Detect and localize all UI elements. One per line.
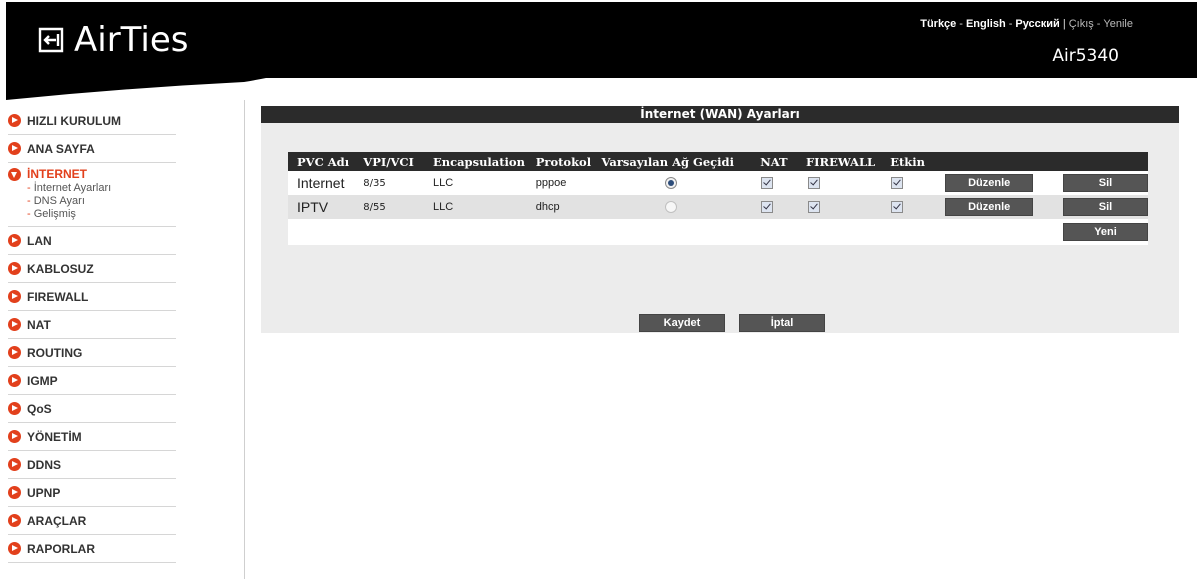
wan-table: PVC Adı VPI/VCI Encapsulation Protokol V… xyxy=(288,152,1148,245)
arrow-icon xyxy=(8,290,21,303)
col-nat: NAT xyxy=(751,152,797,171)
pvc-name: IPTV xyxy=(288,195,355,219)
nav-ddns[interactable]: DDNS xyxy=(8,451,176,479)
cancel-button[interactable]: İptal xyxy=(739,314,825,332)
col-vpi: VPI/VCI xyxy=(354,152,424,171)
subnav-dns-ayari[interactable]: - DNS Ayarı xyxy=(27,195,111,208)
enabled-checkbox[interactable] xyxy=(891,201,904,214)
lang-russian-link[interactable]: Русский xyxy=(1015,18,1059,30)
subnav-gelismis[interactable]: - Gelişmiş xyxy=(27,208,111,221)
lang-english-link[interactable]: English xyxy=(966,18,1006,30)
table-row: Yeni xyxy=(288,219,1148,245)
nav-hizli-kurulum[interactable]: HIZLI KURULUM xyxy=(8,107,176,135)
col-pvc: PVC Adı xyxy=(288,152,355,171)
delete-button[interactable]: Sil xyxy=(1063,198,1148,216)
form-actions: Kaydet İptal xyxy=(639,314,825,332)
col-default-gw: Varsayılan Ağ Geçidi xyxy=(592,152,752,171)
arrow-icon xyxy=(8,402,21,415)
arrow-icon xyxy=(8,374,21,387)
table-row: IPTV 8/55 LLC dhcp Düzenle Sil xyxy=(288,195,1148,219)
lang-turkce-link[interactable]: Türkçe xyxy=(920,18,956,30)
nav-lan[interactable]: LAN xyxy=(8,227,176,255)
protocol: pppoe xyxy=(526,171,593,195)
delete-button[interactable]: Sil xyxy=(1063,174,1148,192)
edit-button[interactable]: Düzenle xyxy=(945,174,1034,192)
nav-qos[interactable]: QoS xyxy=(8,395,176,423)
arrow-icon xyxy=(8,486,21,499)
col-protokol: Protokol xyxy=(526,152,593,171)
firewall-checkbox[interactable] xyxy=(808,177,820,190)
nav-raporlar[interactable]: RAPORLAR xyxy=(8,535,176,563)
model-name: Air5340 xyxy=(1052,46,1119,66)
logout-link[interactable]: Çıkış xyxy=(1069,18,1094,30)
encapsulation: LLC xyxy=(423,171,527,195)
default-gw-radio[interactable] xyxy=(664,177,677,190)
arrow-icon xyxy=(8,514,21,527)
vpi-vci: 8/55 xyxy=(354,195,424,219)
arrow-icon xyxy=(8,234,21,247)
nav-kablosuz[interactable]: KABLOSUZ xyxy=(8,255,176,283)
pvc-name: Internet xyxy=(288,171,355,195)
table-row: Internet 8/35 LLC pppoe Düzenle Sil xyxy=(288,171,1148,195)
col-etkin: Etkin xyxy=(881,152,941,171)
arrow-icon xyxy=(8,114,21,127)
nav-igmp[interactable]: IGMP xyxy=(8,367,176,395)
nav-nat[interactable]: NAT xyxy=(8,311,176,339)
edit-button[interactable]: Düzenle xyxy=(945,198,1034,216)
nav-ana-sayfa[interactable]: ANA SAYFA xyxy=(8,135,176,163)
default-gw-radio[interactable] xyxy=(664,201,677,214)
arrow-down-icon xyxy=(8,167,21,181)
encapsulation: LLC xyxy=(423,195,527,219)
arrow-icon xyxy=(8,318,21,331)
nat-checkbox[interactable] xyxy=(761,201,774,214)
save-button[interactable]: Kaydet xyxy=(639,314,725,332)
col-encap: Encapsulation xyxy=(423,152,527,171)
firewall-checkbox[interactable] xyxy=(808,201,820,214)
arrow-icon xyxy=(8,262,21,275)
top-header: AirTies Türkçe - English - Русский | Çıkış - Yen… xyxy=(6,2,1197,78)
nat-checkbox[interactable] xyxy=(761,177,774,190)
nav-firewall[interactable]: FIREWALL xyxy=(8,283,176,311)
new-button[interactable]: Yeni xyxy=(1063,223,1148,241)
logo-text: AirTies xyxy=(74,20,189,60)
arrow-icon xyxy=(8,142,21,155)
airties-logo: AirTies xyxy=(36,20,188,60)
arrow-icon xyxy=(8,458,21,471)
header-curve-decoration xyxy=(6,78,266,100)
arrow-icon xyxy=(8,346,21,359)
sidebar-divider xyxy=(244,100,245,579)
top-links: Türkçe - English - Русский | Çıkış - Yenile xyxy=(920,18,1133,30)
nav-yonetim[interactable]: YÖNETİM xyxy=(8,423,176,451)
arrow-icon xyxy=(8,430,21,443)
sidebar-nav: HIZLI KURULUM ANA SAYFA İNTERNET - İnter… xyxy=(8,107,176,563)
airties-logo-icon xyxy=(38,27,64,53)
protocol: dhcp xyxy=(526,195,593,219)
nav-internet[interactable]: İNTERNET - İnternet Ayarları - DNS Ayarı… xyxy=(8,163,176,227)
nav-routing[interactable]: ROUTING xyxy=(8,339,176,367)
nav-araclar[interactable]: ARAÇLAR xyxy=(8,507,176,535)
refresh-link[interactable]: Yenile xyxy=(1103,18,1133,30)
arrow-icon xyxy=(8,542,21,555)
col-firewall: FIREWALL xyxy=(797,152,882,171)
vpi-vci: 8/35 xyxy=(354,171,424,195)
nav-upnp[interactable]: UPNP xyxy=(8,479,176,507)
enabled-checkbox[interactable] xyxy=(891,177,904,190)
page-title: İnternet (WAN) Ayarları xyxy=(261,106,1179,123)
subnav-internet-ayarlari[interactable]: - İnternet Ayarları xyxy=(27,182,111,195)
